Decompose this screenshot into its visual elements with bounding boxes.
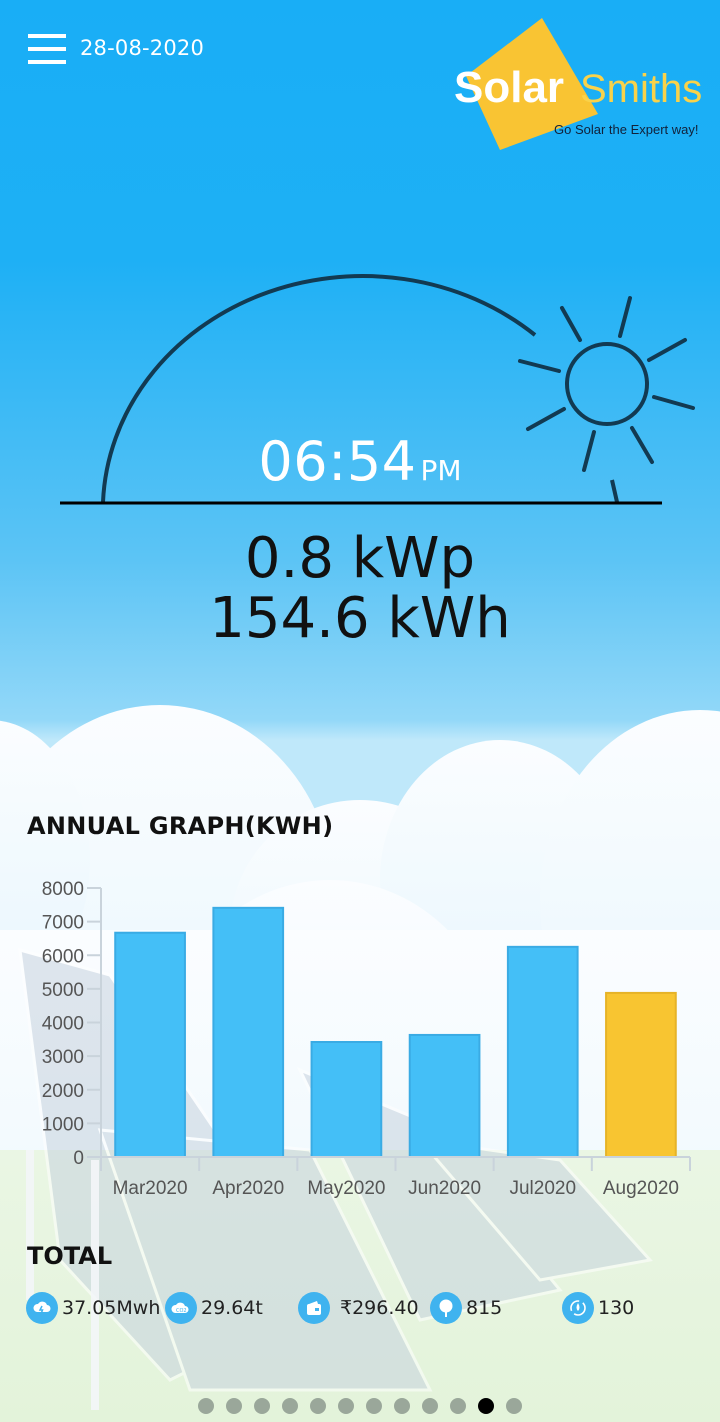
x-tick-label: Jun2020 (408, 1178, 481, 1199)
x-tick-label: Apr2020 (212, 1178, 284, 1199)
page-dot[interactable] (394, 1398, 410, 1414)
page-dot[interactable] (478, 1398, 494, 1414)
y-tick-label: 7000 (42, 913, 84, 934)
x-tick-label: Aug2020 (603, 1178, 679, 1199)
solarsmiths-logo: Solar Smiths Go Solar the Expert way! (454, 18, 702, 150)
total-savings: ₹296.40 (298, 1292, 419, 1324)
page-dot[interactable] (310, 1398, 326, 1414)
page-dot[interactable] (226, 1398, 242, 1414)
page-dot[interactable] (254, 1398, 270, 1414)
total-water: 130 (562, 1292, 634, 1324)
x-tick-label: Jul2020 (509, 1178, 576, 1199)
y-axis: 0 1000 2000 3000 4000 5000 6000 7000 8000 (42, 879, 102, 1171)
energy-cloud-icon (26, 1292, 58, 1324)
co2-cloud-icon: CO2 (165, 1292, 197, 1324)
total-trees: 815 (430, 1292, 502, 1324)
total-energy-value: 37.05Mwh (62, 1297, 161, 1319)
page-dot[interactable] (338, 1398, 354, 1414)
x-tick-label: Mar2020 (113, 1178, 188, 1199)
current-date: 28-08-2020 (80, 36, 205, 60)
svg-text:CO2: CO2 (176, 1308, 187, 1314)
total-energy: 37.05Mwh (26, 1292, 160, 1324)
wallet-icon (298, 1292, 330, 1324)
total-water-value: 130 (598, 1297, 635, 1319)
bar-aug2020 (605, 991, 677, 1158)
recycle-drop-icon (562, 1292, 594, 1324)
page-dot[interactable] (282, 1398, 298, 1414)
total-trees-value: 815 (466, 1297, 503, 1319)
page-dot[interactable] (506, 1398, 522, 1414)
x-axis: Mar2020 Apr2020 May2020 Jun2020 Jul2020 Aug20… (100, 1156, 691, 1199)
y-tick-label: 2000 (42, 1081, 84, 1102)
page-dot[interactable] (366, 1398, 382, 1414)
today-energy: 154.6 kWh (209, 586, 511, 651)
hamburger-menu-icon-bar (28, 60, 66, 64)
tree-icon (430, 1292, 462, 1324)
annual-graph-title: ANNUAL GRAPH(KWH) (27, 812, 334, 840)
y-tick-label: 3000 (42, 1047, 84, 1068)
logo-word-solar: Solar (454, 63, 564, 112)
page-dot[interactable] (450, 1398, 466, 1414)
total-co2: CO2 29.64t (165, 1292, 263, 1324)
page-indicator (0, 1398, 720, 1414)
bar-jul2020 (506, 945, 579, 1158)
x-tick-label: May2020 (307, 1178, 385, 1199)
y-tick-label: 4000 (42, 1014, 84, 1035)
y-tick-label: 8000 (42, 879, 84, 900)
total-savings-value: ₹296.40 (340, 1297, 419, 1319)
total-co2-value: 29.64t (201, 1297, 263, 1319)
logo-tagline: Go Solar the Expert way! (554, 122, 699, 137)
annual-bar-chart: 0 1000 2000 3000 4000 5000 6000 7000 8000 Mar202… (42, 879, 691, 1199)
hamburger-menu-icon (28, 34, 66, 38)
y-tick-label: 6000 (42, 946, 84, 967)
logo-word-smiths: Smiths (580, 67, 702, 111)
time-value: 06:54 (258, 430, 417, 493)
bar-may2020 (310, 1041, 383, 1158)
current-power: 0.8 kWp (244, 526, 476, 591)
page-dot[interactable] (198, 1398, 214, 1414)
bar-jun2020 (408, 1033, 481, 1159)
total-title: TOTAL (27, 1242, 113, 1270)
bar-apr2020 (212, 906, 285, 1158)
menu-button[interactable] (28, 34, 66, 64)
hamburger-menu-icon-bar (28, 47, 66, 51)
current-time: 06:54 PM (0, 430, 720, 493)
time-ampm: PM (420, 454, 462, 487)
page-dot[interactable] (422, 1398, 438, 1414)
y-tick-label: 1000 (42, 1114, 84, 1135)
y-tick-label: 0 (73, 1148, 84, 1169)
y-tick-label: 5000 (42, 980, 84, 1001)
bar-mar2020 (114, 931, 186, 1158)
bars (114, 906, 677, 1159)
